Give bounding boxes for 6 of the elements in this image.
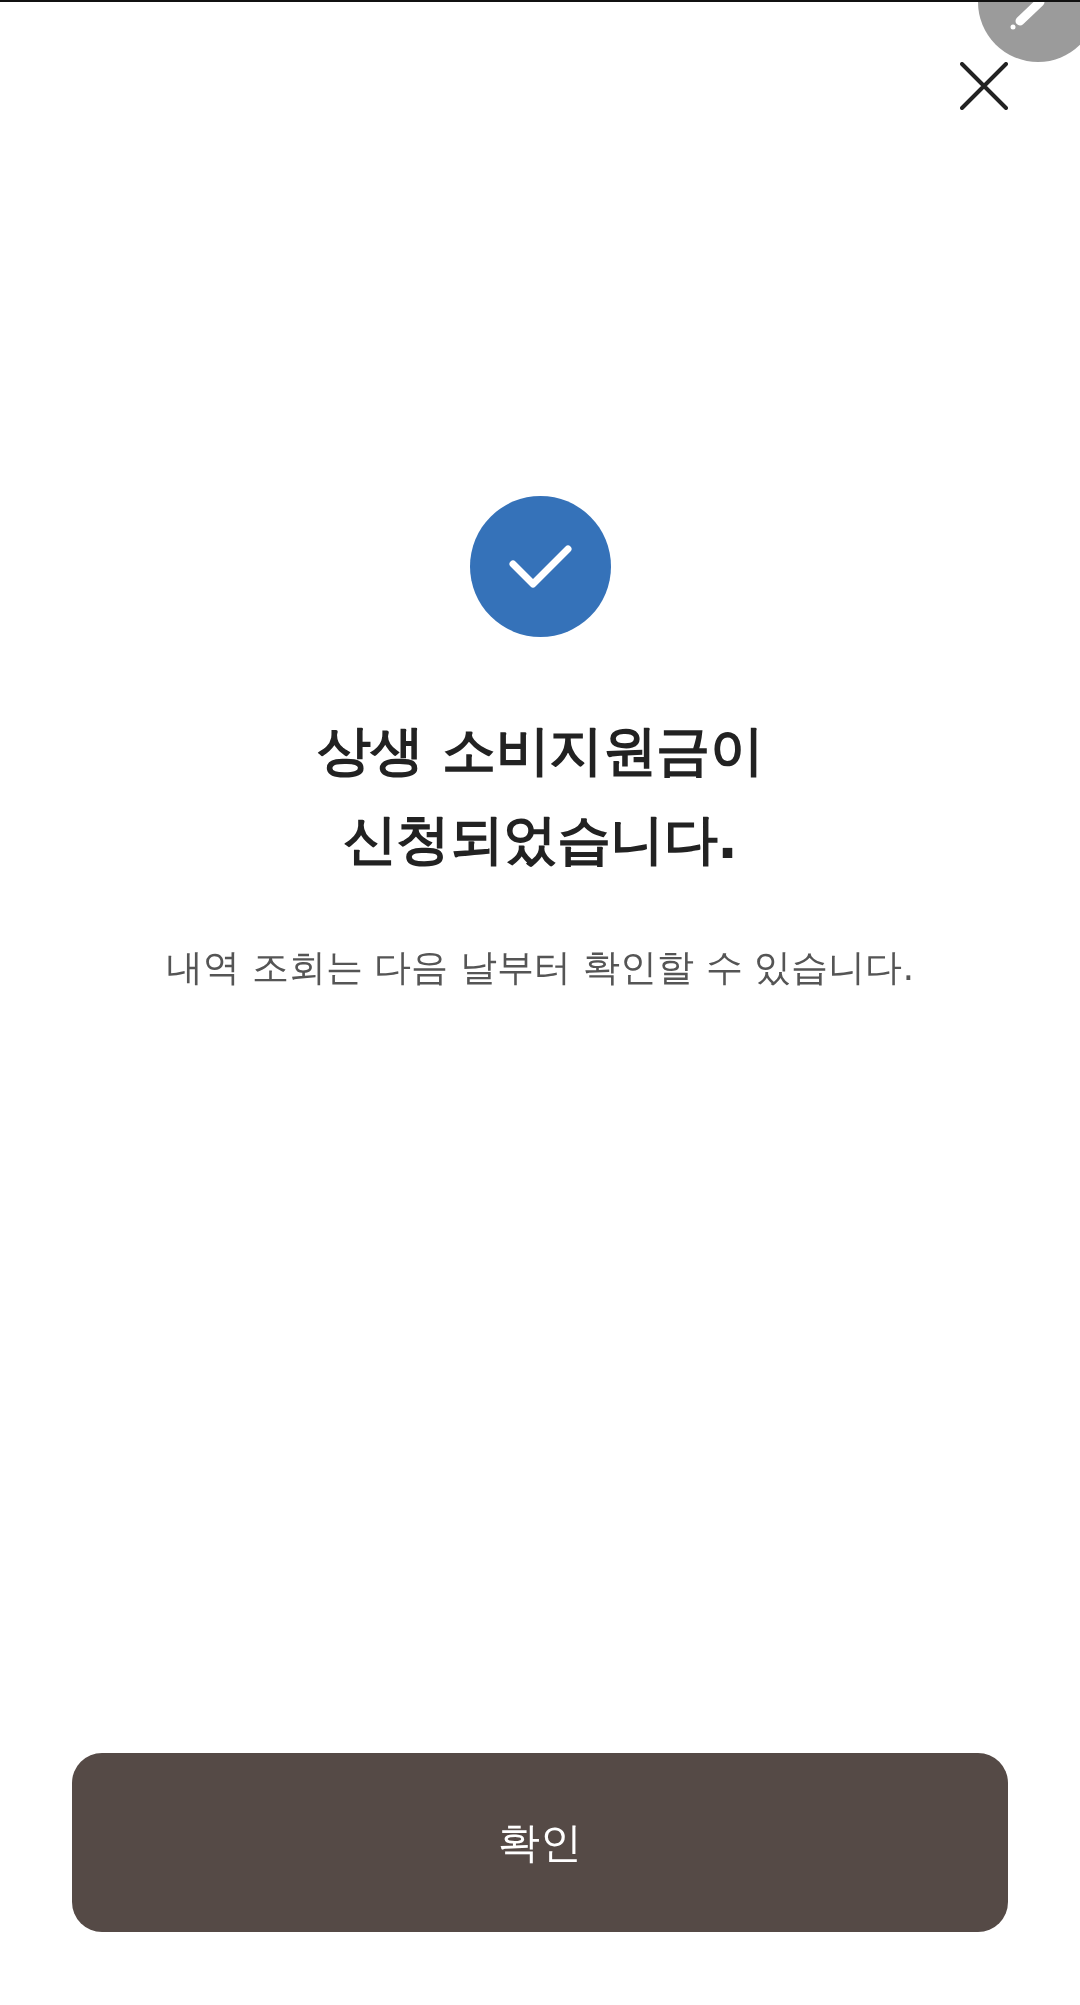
info-message: 내역 조회는 다음 날부터 확인할 수 있습니다. [165,945,915,991]
success-title: 상생 소비지원금이 신청되었습니다. [316,718,764,873]
check-circle-icon [469,496,611,637]
close-icon [960,62,1008,110]
confirm-button[interactable]: 확인 [72,1753,1008,1932]
close-button[interactable] [960,62,1008,110]
